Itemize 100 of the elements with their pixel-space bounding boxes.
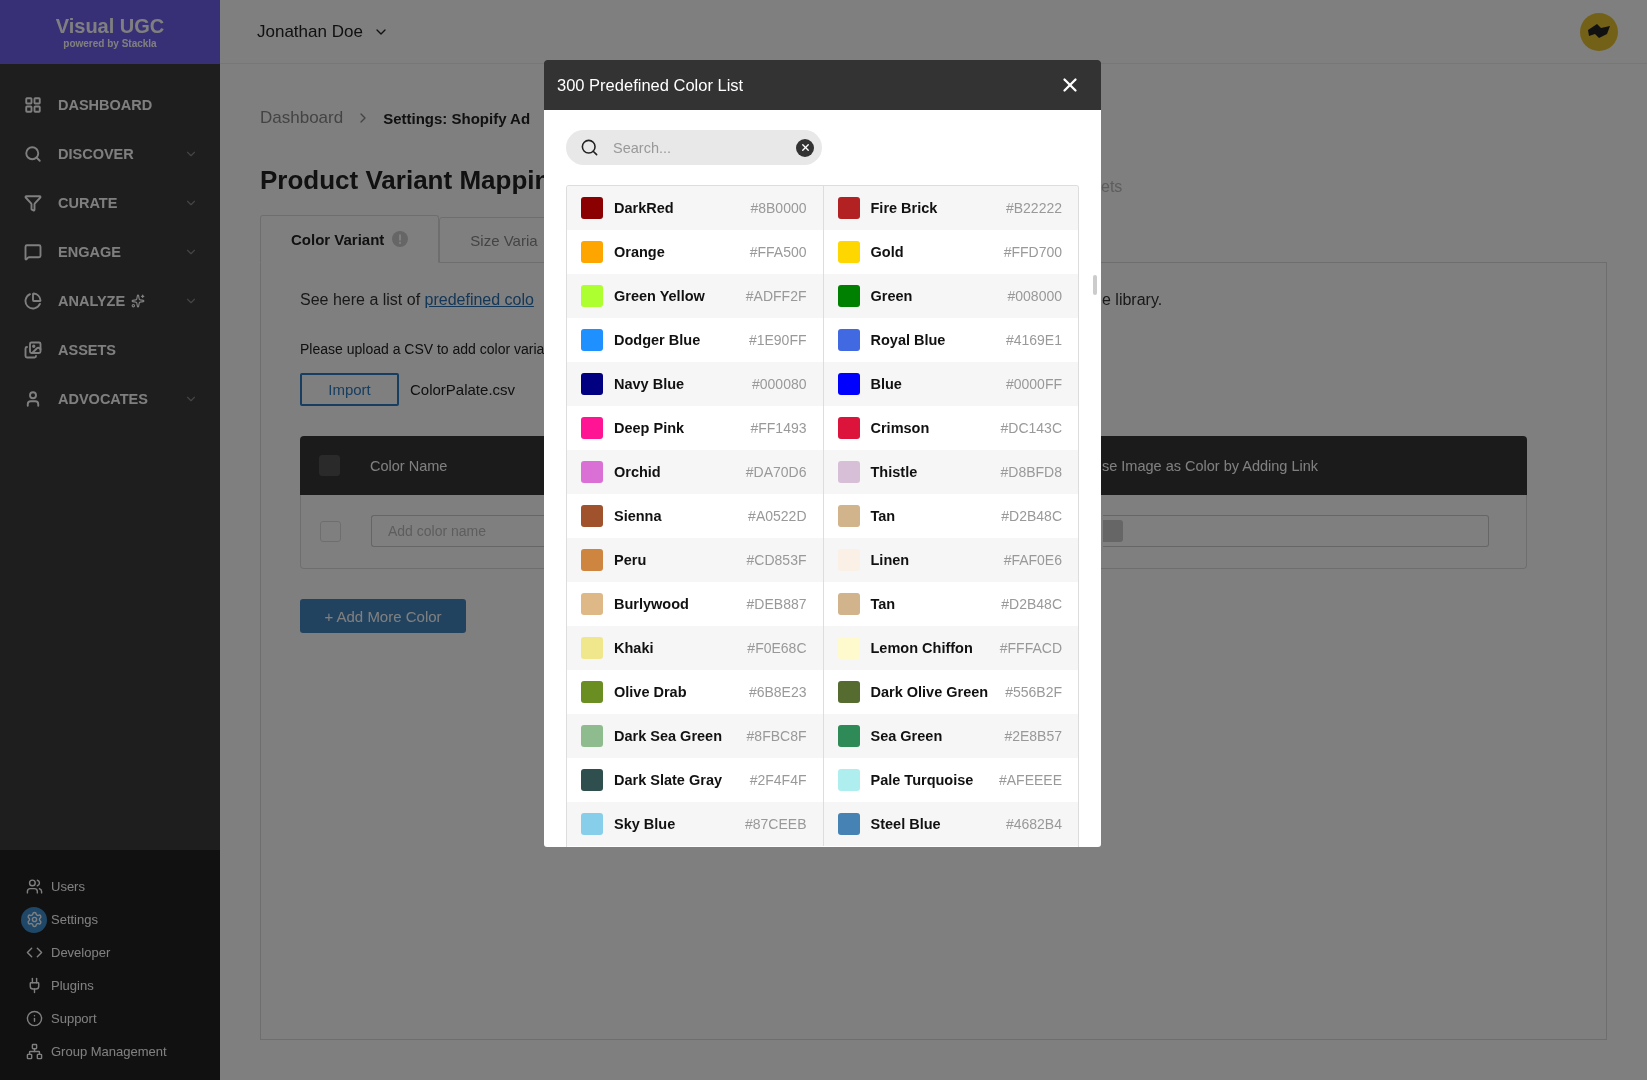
color-option[interactable]: Burlywood #DEB887 xyxy=(567,582,823,626)
nav-item[interactable]: ENGAGE xyxy=(0,227,220,276)
sidebar-link-label: Plugins xyxy=(51,978,94,993)
hex-code: #0000FF xyxy=(1005,376,1062,392)
scrollbar-thumb[interactable] xyxy=(1093,275,1097,295)
nav-item[interactable]: ANALYZE xyxy=(0,276,220,325)
sparkle-icon xyxy=(131,293,146,308)
color-name: Sea Green xyxy=(870,728,943,744)
image-link-field[interactable] xyxy=(1103,515,1489,547)
hex-code: #B22222 xyxy=(1005,200,1062,216)
settings-icon xyxy=(25,911,43,928)
intro-text: See here a list of predefined colo xyxy=(300,291,535,309)
hex-code: #ADFF2F xyxy=(745,288,807,304)
hex-code: #4682B4 xyxy=(1005,816,1062,832)
nav-item[interactable]: ADVOCATES xyxy=(0,374,220,423)
hex-code: #87CEEB xyxy=(745,816,807,832)
upload-note: Please upload a CSV to add color varia xyxy=(300,341,545,357)
color-name: Tan xyxy=(870,508,896,524)
nav-item[interactable]: ASSETS xyxy=(0,325,220,374)
color-name: Lemon Chiffon xyxy=(870,640,973,656)
nav-item[interactable]: CURATE xyxy=(0,178,220,227)
brand-subtitle: powered by Stackla xyxy=(63,37,157,49)
color-name: Blue xyxy=(870,376,902,392)
sidebar-link-label: Group Management xyxy=(51,1044,167,1059)
color-option[interactable]: Green Yellow #ADFF2F xyxy=(567,274,823,318)
sidebar-link[interactable]: Plugins xyxy=(0,969,220,1002)
grid-icon xyxy=(24,95,42,114)
nav-label: CURATE xyxy=(58,194,118,211)
color-option[interactable]: Dark Slate Gray #2F4F4F xyxy=(567,758,823,802)
sidebar-link-label: Users xyxy=(51,879,85,894)
color-option[interactable]: Khaki #F0E68C xyxy=(567,626,823,670)
nav-label: ENGAGE xyxy=(58,243,121,260)
nav-item[interactable]: DASHBOARD xyxy=(0,80,220,129)
hex-code: #2E8B57 xyxy=(1004,728,1062,744)
color-name: Sky Blue xyxy=(614,816,676,832)
hierarchy-icon xyxy=(25,1043,43,1060)
hex-code: #DC143C xyxy=(1000,420,1062,436)
info-icon xyxy=(25,1010,43,1027)
funnel-icon xyxy=(24,193,42,212)
hex-code: #FF1493 xyxy=(750,420,807,436)
nav-label: ANALYZE xyxy=(58,292,126,309)
sidebar-link[interactable]: Developer xyxy=(0,936,220,969)
search-icon xyxy=(580,138,599,157)
color-option[interactable]: DarkRed #8B0000 xyxy=(567,186,823,230)
color-option[interactable]: Orchid #DA70D6 xyxy=(567,450,823,494)
pie-chart-icon xyxy=(24,291,42,310)
search-field[interactable]: Search... xyxy=(566,130,822,165)
hex-code: #FFA500 xyxy=(749,244,807,260)
nav-label: DISCOVER xyxy=(58,145,134,162)
user-menu[interactable]: Jonathan Doe xyxy=(257,21,389,42)
color-option[interactable]: Orange #FFA500 xyxy=(567,230,823,274)
color-name: Olive Drab xyxy=(614,684,687,700)
hex-code: #FFFACD xyxy=(999,640,1062,656)
column-header: Color Name xyxy=(370,457,448,474)
color-name: Dark Sea Green xyxy=(614,728,722,744)
color-option[interactable]: Olive Drab #6B8E23 xyxy=(567,670,823,714)
search-icon xyxy=(24,144,42,163)
color-name: Gold xyxy=(870,244,904,260)
color-option[interactable]: Dark Sea Green #8FBC8F xyxy=(567,714,823,758)
color-name: Dark Olive Green xyxy=(870,684,989,700)
sidebar-link[interactable]: Support xyxy=(0,1002,220,1035)
color-name: Orchid xyxy=(614,464,661,480)
info-icon xyxy=(392,231,409,247)
close-icon xyxy=(799,142,811,153)
hex-code: #2F4F4F xyxy=(749,772,807,788)
hex-code: #000080 xyxy=(752,376,807,392)
hex-code: #556B2F xyxy=(1005,684,1062,700)
color-name: Navy Blue xyxy=(614,376,685,392)
hex-code: #FAF0E6 xyxy=(1003,552,1062,568)
sidebar-link[interactable]: Users xyxy=(0,870,220,903)
hex-code: #DEB887 xyxy=(746,596,807,612)
nav-item[interactable]: DISCOVER xyxy=(0,129,220,178)
color-name: Sienna xyxy=(614,508,662,524)
color-option[interactable]: Deep Pink #FF1493 xyxy=(567,406,823,450)
hex-code: #1E90FF xyxy=(748,332,807,348)
hex-code: #FFD700 xyxy=(1003,244,1062,260)
color-name: Green xyxy=(870,288,913,304)
color-option[interactable]: Steel Blue #4682B4 xyxy=(822,802,1078,846)
hex-code: #8FBC8F xyxy=(746,728,807,744)
color-name: Linen xyxy=(870,552,910,568)
sidebar-link[interactable]: Group Management xyxy=(0,1035,220,1068)
avatar-icon[interactable] xyxy=(1579,11,1619,52)
color-name: Green Yellow xyxy=(614,288,705,304)
hex-code: #F0E68C xyxy=(747,640,807,656)
hex-code: #D2B48C xyxy=(1001,508,1062,524)
color-name: DarkRed xyxy=(614,200,674,216)
color-option[interactable]: Dodger Blue #1E90FF xyxy=(567,318,823,362)
column-header: se Image as Color by Adding Link xyxy=(1102,457,1319,474)
hex-code: #6B8E23 xyxy=(748,684,807,700)
chat-icon xyxy=(24,242,42,261)
dialog-title: 300 Predefined Color List xyxy=(557,75,744,95)
sidebar-link[interactable]: Settings xyxy=(0,903,220,936)
tab[interactable]: Color Variant xyxy=(260,215,440,263)
hex-code: #DA70D6 xyxy=(745,464,807,480)
search-input[interactable]: Search... xyxy=(611,138,784,157)
color-name: Royal Blue xyxy=(870,332,946,348)
hex-code: #AFEEEE xyxy=(998,772,1062,788)
color-option[interactable]: Sky Blue #87CEEB xyxy=(567,802,823,846)
clear-button[interactable] xyxy=(796,138,814,157)
color-option[interactable]: Navy Blue #000080 xyxy=(567,362,823,406)
